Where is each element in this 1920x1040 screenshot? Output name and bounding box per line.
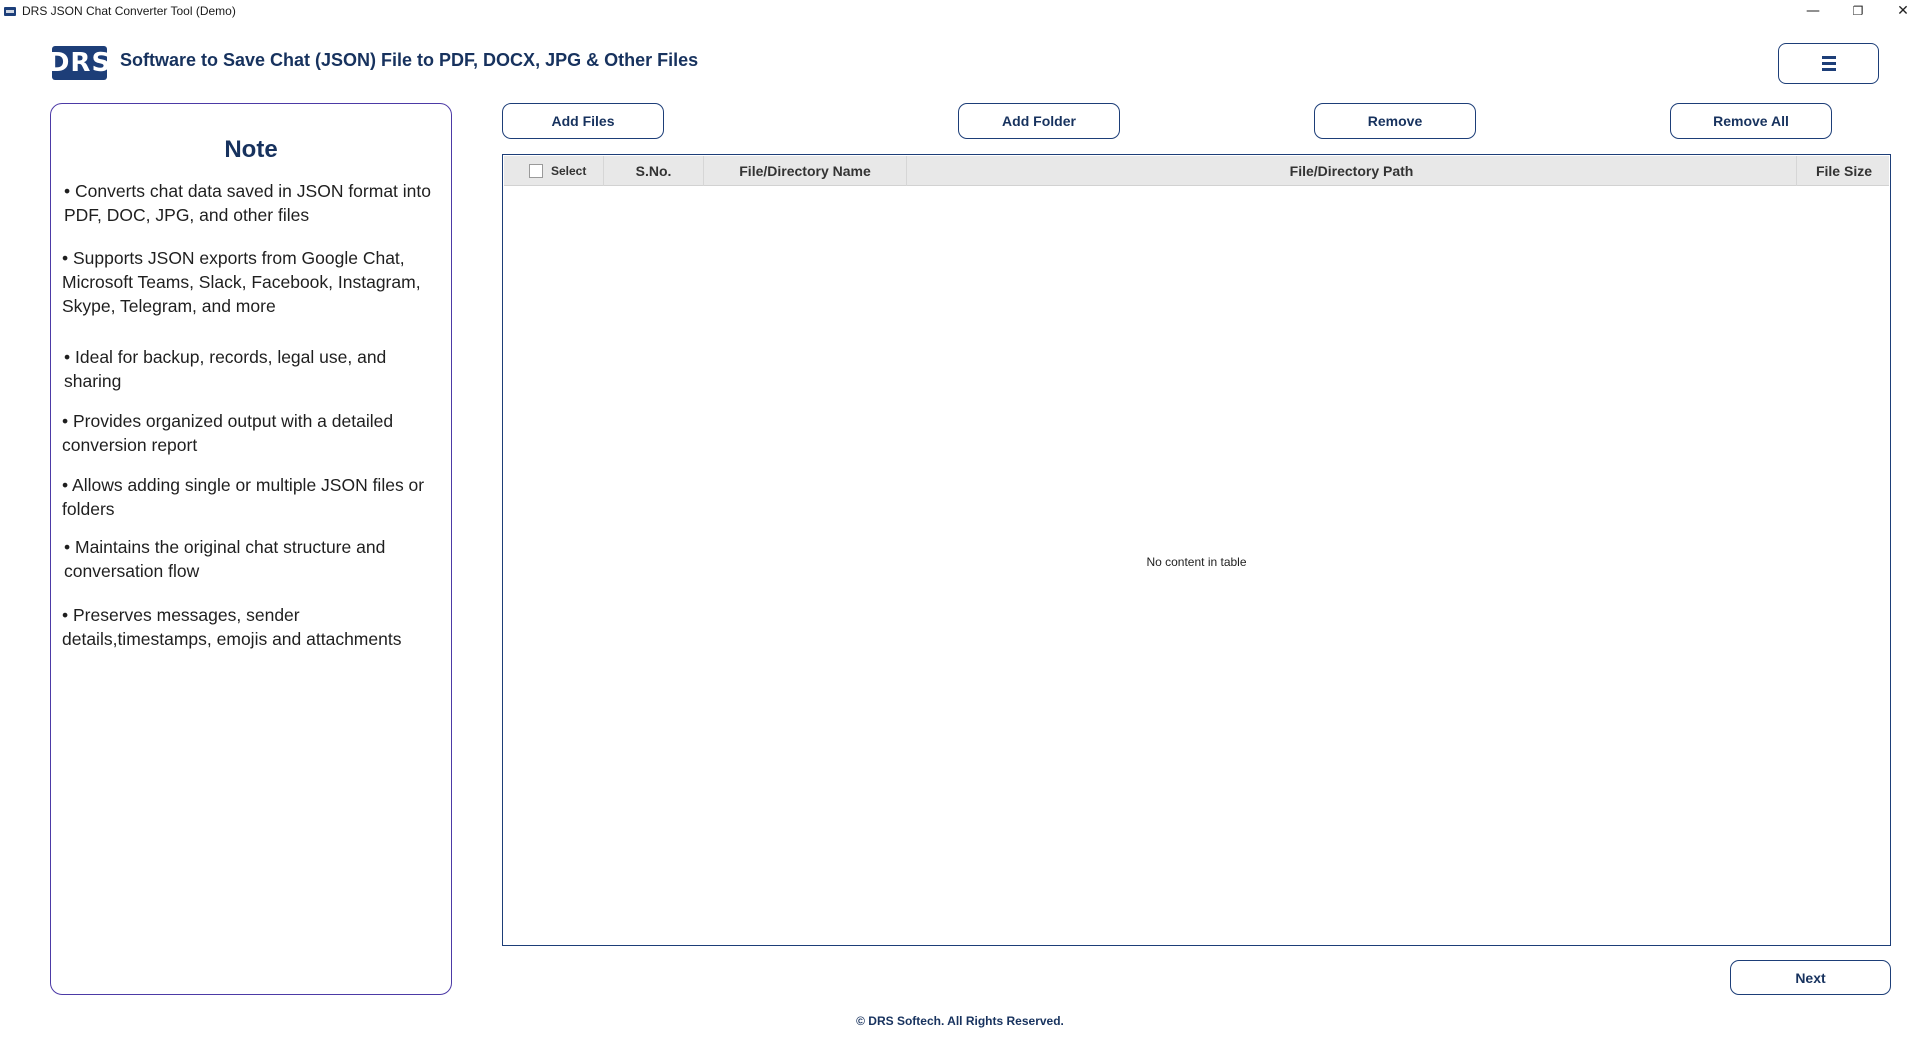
remove-all-button[interactable]: Remove All [1670,103,1832,139]
note-title: Note [224,136,278,163]
select-all-checkbox[interactable] [529,164,543,178]
sno-column-header: S.No. [604,156,704,186]
close-button[interactable]: ✕ [1880,0,1920,22]
path-column-header: File/Directory Path [907,156,1797,186]
remove-button[interactable]: Remove [1314,103,1476,139]
empty-table-message: No content in table [1146,555,1247,569]
note-item: • Converts chat data saved in JSON forma… [64,181,431,225]
add-files-button[interactable]: Add Files [502,103,664,139]
window-title: DRS JSON Chat Converter Tool (Demo) [22,4,236,18]
restore-button[interactable]: ❐ [1835,0,1881,22]
title-bar: DRS JSON Chat Converter Tool (Demo) — ❐ … [0,0,1920,22]
drs-logo: DRS [48,46,110,80]
select-column-label: Select [551,164,587,178]
size-column-header: File Size [1815,163,1872,179]
copyright-footer: © DRS Softech. All Rights Reserved. [856,1014,1064,1028]
note-item: • Maintains the original chat structure … [64,537,386,581]
add-folder-button[interactable]: Add Folder [958,103,1120,139]
note-item: • Provides organized output with a detai… [62,411,394,455]
next-button[interactable]: Next [1730,960,1891,995]
note-item: • Ideal for backup, records, legal use, … [64,347,387,391]
app-icon [4,7,16,16]
note-panel: Note • Converts chat data saved in JSON … [50,103,452,995]
hamburger-icon [1821,56,1836,71]
note-item: • Preserves messages, sender details,tim… [62,605,402,649]
note-item: • Supports JSON exports from Google Chat… [62,248,421,316]
table-header: Select S.No. File/Directory Name File/Di… [504,156,1889,186]
name-column-header: File/Directory Name [704,156,907,186]
file-table[interactable]: Select S.No. File/Directory Name File/Di… [502,154,1891,946]
app-header-title: Software to Save Chat (JSON) File to PDF… [120,50,699,70]
menu-button[interactable] [1778,43,1879,84]
logo-text: DRS [47,48,112,78]
select-column-header: Select [504,156,604,186]
note-item: • Allows adding single or multiple JSON … [62,475,425,519]
minimize-button[interactable]: — [1790,0,1836,22]
